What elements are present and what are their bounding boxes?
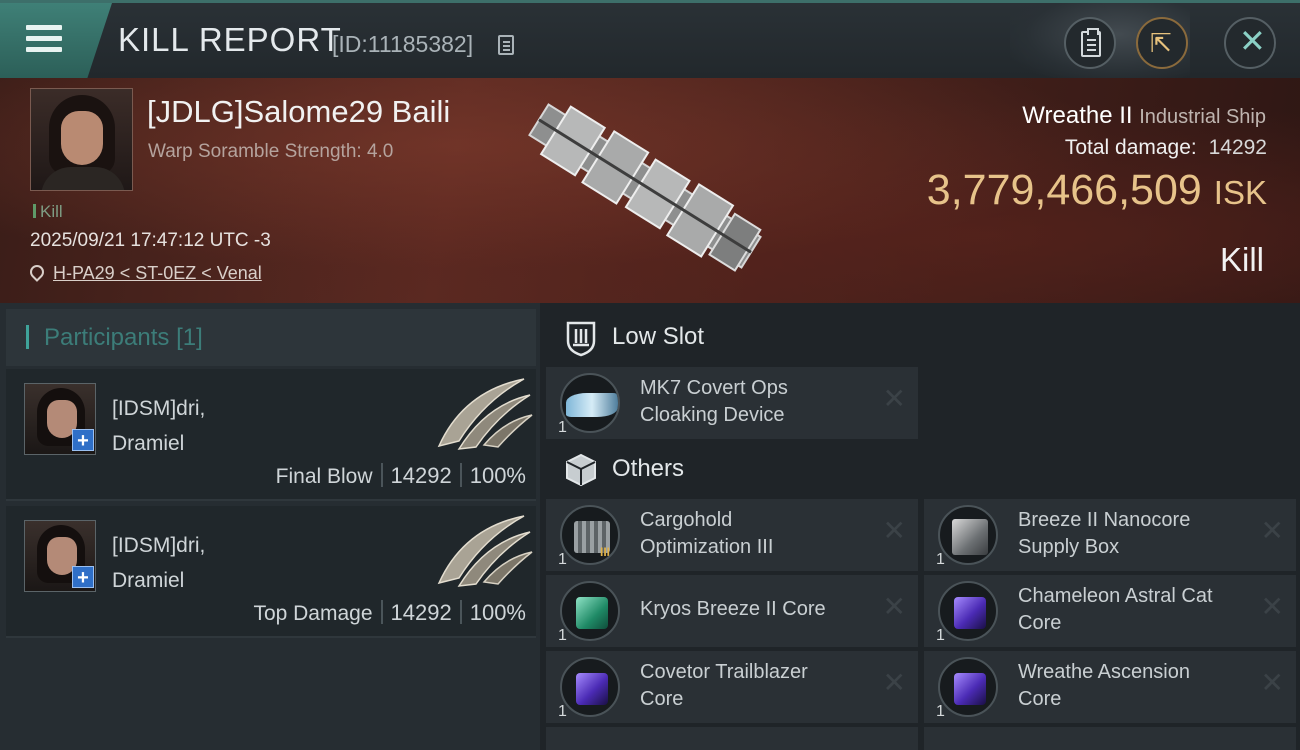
warp-scramble-strength: Warp Soramble Strength: 4.0 — [148, 141, 394, 162]
victim-name: [JDLG]Salome29 Baili — [147, 94, 451, 129]
kill-datetime: 2025/09/21 17:47:12 UTC -3 — [30, 230, 271, 251]
ship-render — [528, 103, 762, 272]
item-quantity: 1 — [558, 419, 567, 436]
report-button[interactable] — [1064, 17, 1116, 69]
participant-ship-icon — [437, 378, 533, 450]
copy-icon[interactable] — [498, 35, 514, 55]
item-name: Wreathe Ascension Core — [1018, 661, 1190, 710]
ship-name: Wreathe II — [1022, 102, 1133, 129]
item-quantity: 1 — [936, 703, 945, 720]
top-bar: KILL REPORT [ID:11185382] ⇱ ✕ — [0, 0, 1300, 81]
item-slot[interactable]: 1 MK7 Covert Ops Cloaking Device ✕ — [546, 367, 918, 439]
x-icon[interactable]: ✕ — [883, 517, 906, 545]
supply-box-icon — [938, 505, 998, 565]
participant-percent: 100% — [469, 600, 526, 625]
participant-name: [IDSM]dri, Dramiel — [112, 397, 206, 455]
item-name: Breeze II Nanocore Supply Box — [1018, 509, 1191, 558]
item-slot[interactable] — [546, 727, 918, 750]
participants-panel: Participants [1] + [IDSM]dri, Dramiel Fi… — [0, 303, 540, 750]
cube-icon — [566, 453, 596, 487]
participant-damage: 14292 — [390, 600, 452, 625]
participant-row[interactable]: + [IDSM]dri, Dramiel Top Damage 14292 100% — [6, 506, 536, 638]
x-icon[interactable]: ✕ — [1261, 669, 1284, 697]
participants-header[interactable]: Participants [1] — [6, 309, 536, 366]
participant-name: [IDSM]dri, Dramiel — [112, 534, 206, 592]
isk-unit: ISK — [1213, 174, 1267, 211]
victim-portrait[interactable] — [30, 88, 133, 191]
item-quantity: 1 — [936, 627, 945, 644]
low-slot-section-header: Low Slot — [544, 309, 1300, 367]
item-slot[interactable]: III 1 Cargohold Optimization III ✕ — [546, 499, 918, 571]
x-icon[interactable]: ✕ — [883, 593, 906, 621]
item-slot[interactable]: 1 Covetor Trailblazer Core ✕ — [546, 651, 918, 723]
add-contact-icon[interactable]: + — [72, 429, 94, 452]
participant-stats: Top Damage 14292 100% — [253, 600, 526, 626]
item-quantity: 1 — [558, 551, 567, 568]
add-contact-icon[interactable]: + — [72, 566, 94, 589]
result-label: Kill — [1219, 241, 1264, 278]
page-title: KILL REPORT — [118, 21, 342, 58]
ship-name-line: Wreathe II Industrial Ship — [1022, 102, 1266, 130]
section-accent-bar — [26, 325, 29, 349]
participants-title: Participants [1] — [44, 324, 203, 351]
isk-value-line: 3,779,466,509 ISK — [927, 166, 1267, 215]
low-slot-title: Low Slot — [612, 323, 705, 350]
share-icon: ⇱ — [1150, 28, 1172, 58]
item-slot[interactable] — [924, 727, 1296, 750]
location-link[interactable]: H-PA29 < ST-0EZ < Venal — [53, 263, 262, 284]
item-slot[interactable]: 1 Breeze II Nanocore Supply Box ✕ — [924, 499, 1296, 571]
item-quantity: 1 — [558, 703, 567, 720]
x-icon[interactable]: ✕ — [1261, 593, 1284, 621]
cargohold-optimization-icon: III — [560, 505, 620, 565]
low-slot-icon — [566, 321, 596, 357]
total-damage-label: Total damage: — [1064, 136, 1197, 159]
participant-damage: 14292 — [390, 463, 452, 488]
participant-row[interactable]: + [IDSM]dri, Dramiel Final Blow 14292 100% — [6, 369, 536, 501]
close-icon: ✕ — [1239, 23, 1266, 59]
total-damage-value: 14292 — [1208, 136, 1267, 159]
isk-value: 3,779,466,509 — [926, 166, 1202, 214]
x-icon[interactable]: ✕ — [1261, 517, 1284, 545]
item-slot[interactable]: 1 Kryos Breeze II Core ✕ — [546, 575, 918, 647]
item-name: Chameleon Astral Cat Core — [1018, 585, 1213, 634]
item-name: Cargohold Optimization III — [640, 509, 774, 558]
item-slot[interactable]: 1 Wreathe Ascension Core ✕ — [924, 651, 1296, 723]
participant-role: Final Blow — [275, 465, 373, 488]
participant-percent: 100% — [469, 463, 526, 488]
hamburger-icon[interactable] — [26, 25, 62, 53]
fitted-items-panel: Low Slot 1 MK7 Covert Ops Cloaking Devic… — [540, 303, 1300, 750]
report-id: [ID:11185382] — [332, 31, 474, 57]
participant-stats: Final Blow 14292 100% — [276, 463, 526, 489]
ship-class: Industrial Ship — [1139, 106, 1266, 128]
victim-summary: [JDLG]Salome29 Baili Warp Soramble Stren… — [0, 78, 1300, 303]
item-quantity: 1 — [936, 551, 945, 568]
clipboard-icon — [1081, 28, 1101, 57]
cloaking-device-icon — [560, 373, 620, 433]
x-icon[interactable]: ✕ — [883, 669, 906, 697]
kill-tag: Kill — [33, 202, 63, 222]
purple-core-icon — [560, 657, 620, 717]
purple-core-icon — [938, 581, 998, 641]
green-core-icon — [560, 581, 620, 641]
menu-tab[interactable] — [0, 3, 112, 78]
item-slot[interactable]: 1 Chameleon Astral Cat Core ✕ — [924, 575, 1296, 647]
others-title: Others — [612, 455, 685, 482]
others-section-header: Others — [544, 441, 1300, 499]
purple-core-icon — [938, 657, 998, 717]
participant-role: Top Damage — [253, 602, 373, 625]
item-name: Covetor Trailblazer Core — [640, 661, 808, 710]
participants-count: [1] — [176, 324, 203, 351]
item-name: MK7 Covert Ops Cloaking Device — [640, 377, 788, 426]
close-button[interactable]: ✕ — [1224, 17, 1276, 69]
item-name: Kryos Breeze II Core — [640, 598, 826, 620]
location-pin-icon — [27, 262, 47, 282]
participant-ship-icon — [437, 515, 533, 587]
share-button[interactable]: ⇱ — [1136, 17, 1188, 69]
total-damage: Total damage: 14292 — [1065, 136, 1267, 160]
item-quantity: 1 — [558, 627, 567, 644]
x-icon[interactable]: ✕ — [883, 385, 906, 413]
